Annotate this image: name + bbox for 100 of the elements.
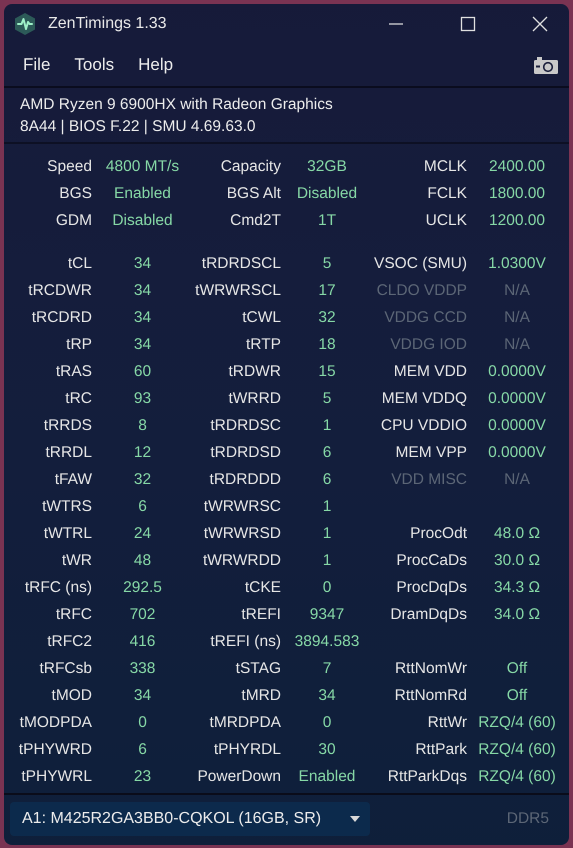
field-label: tRRDL	[45, 444, 92, 462]
field-label: PowerDown	[197, 768, 281, 786]
field-label: tMODPDA	[20, 714, 92, 732]
field-label: tREFI	[241, 606, 281, 624]
field-value: 0	[322, 578, 332, 596]
maximize-icon[interactable]	[460, 16, 476, 32]
field-value: 0.0000V	[488, 444, 546, 462]
field-label: VDDG CCD	[384, 308, 467, 326]
field-label: tRAS	[56, 362, 92, 380]
field-label: MEM VPP	[396, 444, 467, 462]
field-value: 1	[322, 552, 332, 570]
field-label: DramDqDs	[390, 606, 467, 624]
memory-type: DDR5	[506, 810, 549, 828]
field-label: RttPark	[415, 740, 467, 758]
field-value: 2400.00	[488, 158, 546, 176]
field-label: UCLK	[426, 212, 467, 230]
menu-item[interactable]: Help	[138, 55, 174, 75]
field-label: tRTP	[246, 336, 281, 354]
field-value: 7	[322, 660, 332, 678]
field-value: 0.0000V	[488, 362, 546, 380]
field-value: 30	[318, 740, 336, 758]
field-value: 0	[322, 714, 332, 732]
field-value: 1	[322, 498, 332, 516]
field-value: 34	[134, 308, 152, 326]
field-label: tFAW	[54, 470, 92, 488]
field-label: GDM	[56, 212, 92, 230]
close-icon[interactable]	[532, 16, 548, 32]
field-label: RttParkDqs	[388, 768, 467, 786]
field-value: 1.0300V	[488, 254, 546, 272]
field-label: tRCDWR	[28, 282, 92, 300]
field-value: 702	[130, 606, 156, 624]
field-value: 0	[138, 714, 147, 732]
field-value: 1T	[318, 212, 336, 230]
field-value: 48	[134, 552, 152, 570]
field-value: 338	[130, 660, 156, 678]
field-value: 60	[134, 362, 152, 380]
field-label: tCWL	[242, 308, 281, 326]
field-value: Enabled	[298, 768, 356, 786]
field-value: N/A	[504, 282, 530, 300]
field-label: VSOC (SMU)	[374, 254, 467, 272]
field-label: ProcDqDs	[396, 578, 467, 596]
field-value: 0.0000V	[488, 390, 546, 408]
field-value: 18	[318, 336, 336, 354]
field-label: tREFI (ns)	[210, 632, 281, 650]
field-label: tWRWRDD	[202, 552, 281, 570]
field-value: 1	[322, 416, 332, 434]
field-value: 48.0 Ω	[494, 524, 540, 542]
field-value: 4800 MT/s	[106, 158, 180, 176]
field-value: 9347	[310, 606, 344, 624]
menu-item[interactable]: File	[23, 55, 50, 75]
field-label: VDD MISC	[391, 470, 467, 488]
field-value: 6	[138, 498, 147, 516]
board-info: 8A44 | BIOS F.22 | SMU 4.69.63.0	[20, 117, 257, 137]
field-value: 5	[322, 254, 332, 272]
field-label: ProcCaDs	[396, 552, 467, 570]
camera-icon[interactable]	[533, 55, 559, 75]
field-label: MEM VDDQ	[382, 390, 467, 408]
field-label: tWRWRSD	[204, 524, 281, 542]
field-value: 3894.583	[294, 632, 360, 650]
field-value: 416	[130, 632, 156, 650]
field-label: tRFC	[56, 606, 92, 624]
field-label: tWRWRSC	[204, 498, 281, 516]
field-label: tPHYWRD	[18, 740, 92, 758]
field-value: 34.3 Ω	[494, 578, 540, 596]
field-label: tWTRL	[44, 524, 92, 542]
field-label: tRDWR	[228, 362, 281, 380]
field-label: Capacity	[220, 158, 281, 176]
field-label: tRDRDSCL	[202, 254, 281, 272]
field-value: Disabled	[112, 212, 173, 230]
field-value: 8	[138, 416, 147, 434]
field-label: tPHYWRL	[21, 768, 92, 786]
field-value: 34	[134, 282, 152, 300]
field-value: N/A	[504, 470, 530, 488]
field-label: VDDG IOD	[390, 336, 467, 354]
menu-item[interactable]: Tools	[74, 55, 114, 75]
field-label: Speed	[47, 158, 92, 176]
field-label: tWRRD	[228, 390, 281, 408]
field-label: tPHYRDL	[214, 740, 281, 758]
field-value: 6	[322, 444, 332, 462]
field-label: FCLK	[427, 184, 467, 202]
field-value: N/A	[504, 308, 530, 326]
field-label: tCKE	[244, 578, 281, 596]
field-label: tCL	[68, 254, 92, 272]
field-value: 12	[134, 444, 152, 462]
field-value: RZQ/4 (60)	[478, 740, 556, 758]
field-label: Cmd2T	[230, 212, 281, 230]
field-value: Enabled	[114, 184, 171, 202]
field-value: 93	[134, 390, 152, 408]
field-value: 15	[318, 362, 336, 380]
field-value: 24	[134, 524, 152, 542]
processor-name: AMD Ryzen 9 6900HX with Radeon Graphics	[20, 95, 334, 115]
module-dropdown[interactable]: A1: M425R2GA3BB0-CQKOL (16GB, SR)	[10, 802, 370, 836]
field-label: BGS	[59, 184, 92, 202]
field-label: tRC	[65, 390, 92, 408]
field-value: 34	[318, 686, 336, 704]
field-value: 30.0 Ω	[494, 552, 540, 570]
field-value: 32GB	[307, 158, 347, 176]
window-title: ZenTimings 1.33	[48, 15, 167, 33]
field-value: 0.0000V	[488, 416, 546, 434]
field-value: Disabled	[296, 184, 358, 202]
